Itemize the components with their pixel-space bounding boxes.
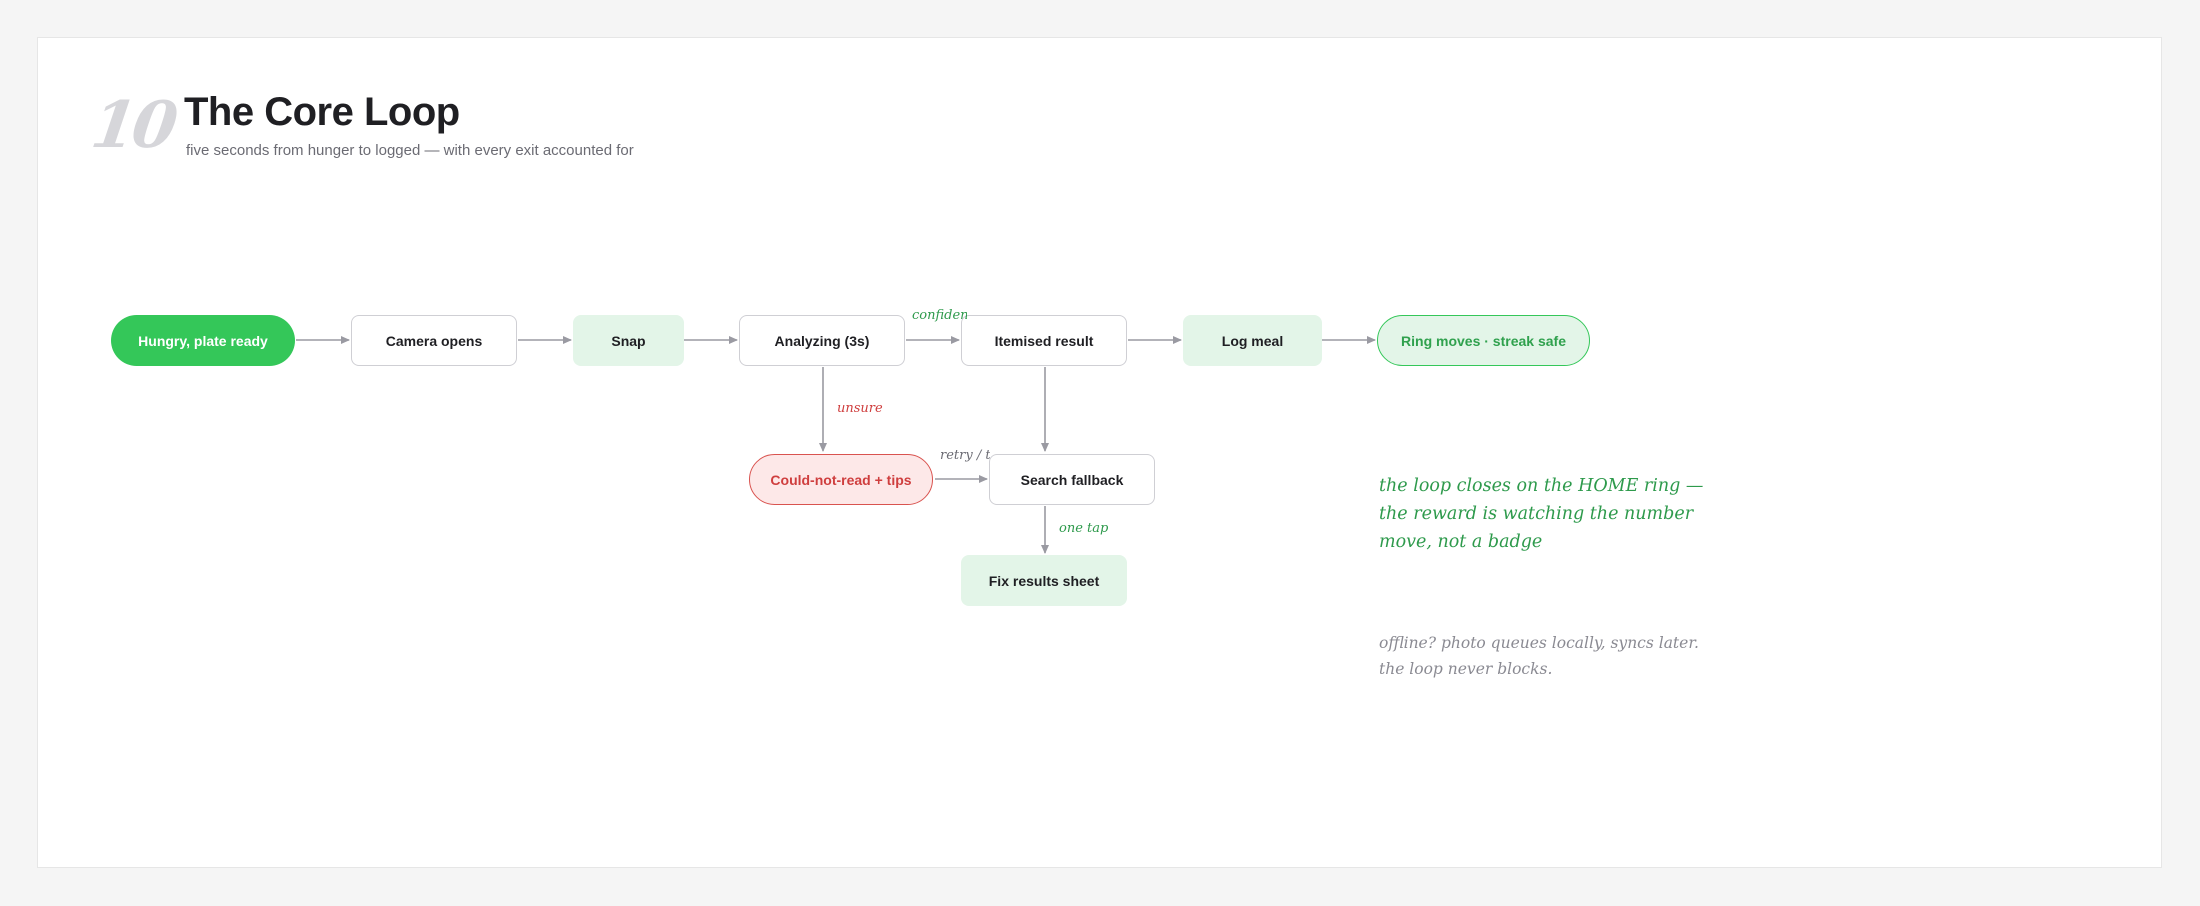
node-log-meal: Log meal — [1183, 315, 1322, 366]
edge-label-retry: retry / t — [940, 448, 990, 463]
node-analyzing: Analyzing (3s) — [739, 315, 905, 366]
note-loop-closes: the loop closes on the HOME ring — the r… — [1379, 476, 1704, 552]
edge-label-unsure: unsure — [837, 401, 883, 416]
node-ring-moves: Ring moves · streak safe — [1377, 315, 1590, 366]
edge-label-one-tap: one tap — [1059, 521, 1109, 536]
flow-edges — [296, 336, 1376, 554]
node-camera-opens: Camera opens — [351, 315, 517, 366]
node-hungry: Hungry, plate ready — [111, 315, 295, 366]
node-fix-results: Fix results sheet — [961, 555, 1127, 606]
edge-label-confident: confident — [912, 308, 967, 323]
node-itemised-result: Itemised result — [961, 315, 1127, 366]
note-offline: offline? photo queues locally, syncs lat… — [1379, 634, 1699, 678]
node-search-fallback: Search fallback — [989, 454, 1155, 505]
node-could-not-read: Could-not-read + tips — [749, 454, 933, 505]
node-snap: Snap — [573, 315, 684, 366]
